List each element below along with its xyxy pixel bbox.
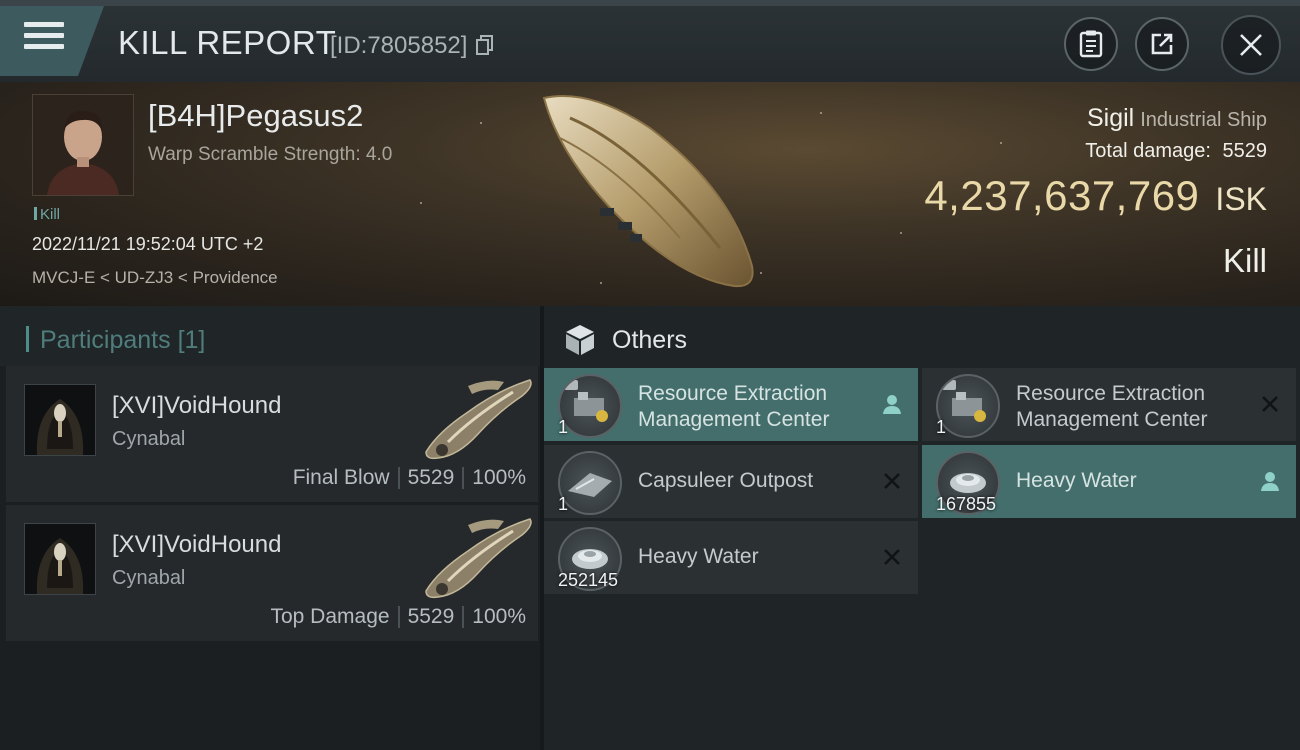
participant-ship: Cynabal [112, 567, 186, 589]
participant-percent: 100% [472, 605, 526, 628]
total-damage-row: Total damage: 5529 [1085, 140, 1267, 163]
victim-pilot-name[interactable]: [B4H]Pegasus2 [148, 98, 363, 134]
participants-title-text: Participants [40, 326, 171, 354]
participant-role: Top Damage [270, 605, 390, 628]
stat-separator [397, 467, 400, 490]
participant-avatar [24, 384, 96, 456]
item-name: Resource Extraction Management Center [638, 382, 830, 431]
kill-tag-bar [34, 207, 37, 220]
total-damage-value: 5529 [1222, 140, 1268, 162]
participant-avatar [24, 523, 96, 595]
dropped-item[interactable]: 1 Resource Extraction Management Center [922, 368, 1296, 441]
item-quantity: 1 [558, 417, 569, 437]
dropped-item[interactable]: 252145 Heavy Water [544, 521, 918, 594]
participant-stats: Top Damage 5529 100% [270, 605, 526, 629]
kill-tag: Kill [34, 206, 60, 223]
participant-damage: 5529 [407, 466, 455, 489]
cube-icon [566, 325, 594, 355]
participant-row[interactable]: [XVI]VoidHound Cynabal Final Blow 5529 100… [6, 366, 538, 502]
header-top-line [0, 0, 1300, 6]
kill-datetime: 2022/11/21 19:52:04 UTC +2 [32, 234, 264, 254]
participant-pilot[interactable]: [XVI]VoidHound [112, 392, 281, 420]
victim-banner: [B4H]Pegasus2 Warp Scramble Strength: 4.… [0, 82, 1300, 306]
close-icon[interactable] [880, 469, 904, 493]
person-icon[interactable] [1258, 469, 1282, 493]
close-button[interactable] [1221, 15, 1281, 75]
stat-separator [397, 606, 400, 629]
kill-result-label: Kill [1222, 242, 1267, 279]
item-name: Resource Extraction Management Center [1016, 382, 1208, 431]
others-title: Others [612, 326, 688, 354]
participants-accent-bar [26, 326, 29, 352]
close-icon[interactable] [1258, 392, 1282, 416]
dropped-item[interactable]: 167855 Heavy Water [922, 445, 1296, 518]
kill-tag-text: Kill [40, 206, 61, 223]
total-damage-label: Total damage: [1085, 140, 1211, 162]
item-name: Heavy Water [1016, 469, 1137, 492]
victim-portrait[interactable] [32, 94, 134, 196]
pilot-avatar-icon [33, 95, 133, 195]
item-quantity: 252145 [558, 570, 619, 590]
report-id-text: [ID:7805852] [330, 32, 468, 59]
helmet-avatar-icon [25, 524, 95, 594]
victim-ship-class: Industrial Ship [1140, 109, 1267, 131]
close-icon [1240, 34, 1262, 56]
participant-stats: Final Blow 5529 100% [293, 466, 526, 490]
isk-value-row: 4,237,637,769 ISK [924, 172, 1267, 220]
participant-ship-image [425, 379, 532, 460]
report-id: [ID:7805852] [330, 32, 494, 60]
header-bar: KILL REPORT [ID:7805852] [0, 0, 1300, 82]
warp-scramble-strength: Warp Scramble Strength: 4.0 [148, 144, 393, 165]
isk-unit: ISK [1215, 181, 1267, 217]
helmet-avatar-icon [25, 385, 95, 455]
item-name: Heavy Water [638, 545, 759, 568]
close-icon[interactable] [880, 545, 904, 569]
victim-ship-name[interactable]: Sigil [1087, 104, 1134, 132]
share-icon [1151, 33, 1173, 55]
kill-location[interactable]: MVCJ-E < UD-ZJ3 < Providence [32, 268, 278, 288]
participants-panel: Participants [1] [XVI]VoidHound Cynabal … [0, 306, 540, 750]
participant-ship-image [425, 518, 532, 599]
victim-ship-image[interactable] [530, 88, 770, 298]
clipboard-button[interactable] [1064, 17, 1118, 71]
others-panel: Others 1 Resource Extraction Management … [544, 306, 1300, 750]
participant-role: Final Blow [292, 466, 390, 489]
item-quantity: 1 [936, 417, 947, 437]
dropped-item[interactable]: 1 Capsuleer Outpost [544, 445, 918, 518]
isk-value: 4,237,637,769 [924, 172, 1200, 219]
participant-ship: Cynabal [112, 428, 186, 450]
item-name: Capsuleer Outpost [638, 469, 814, 492]
ship-type-row: Sigil Industrial Ship [1087, 104, 1267, 133]
participant-pilot[interactable]: [XVI]VoidHound [112, 531, 281, 559]
item-quantity: 167855 [936, 494, 997, 514]
participants-header: Participants [1] [0, 306, 540, 366]
hamburger-icon[interactable] [24, 22, 64, 56]
page-title: KILL REPORT [118, 24, 337, 61]
participants-title: Participants [1] [40, 326, 205, 355]
participant-percent: 100% [472, 466, 526, 489]
item-quantity: 1 [558, 494, 569, 514]
participant-damage: 5529 [407, 605, 455, 628]
others-header: Others [544, 306, 1300, 366]
participants-count: [1] [177, 326, 206, 354]
person-icon[interactable] [880, 392, 904, 416]
copy-icon[interactable] [476, 35, 494, 55]
clipboard-icon [1079, 30, 1103, 58]
participant-row[interactable]: [XVI]VoidHound Cynabal Top Damage 5529 100… [6, 505, 538, 641]
share-button[interactable] [1135, 17, 1189, 71]
stat-separator [462, 606, 465, 629]
stat-separator [462, 467, 465, 490]
dropped-item[interactable]: 1 Resource Extraction Management Center [544, 368, 918, 441]
